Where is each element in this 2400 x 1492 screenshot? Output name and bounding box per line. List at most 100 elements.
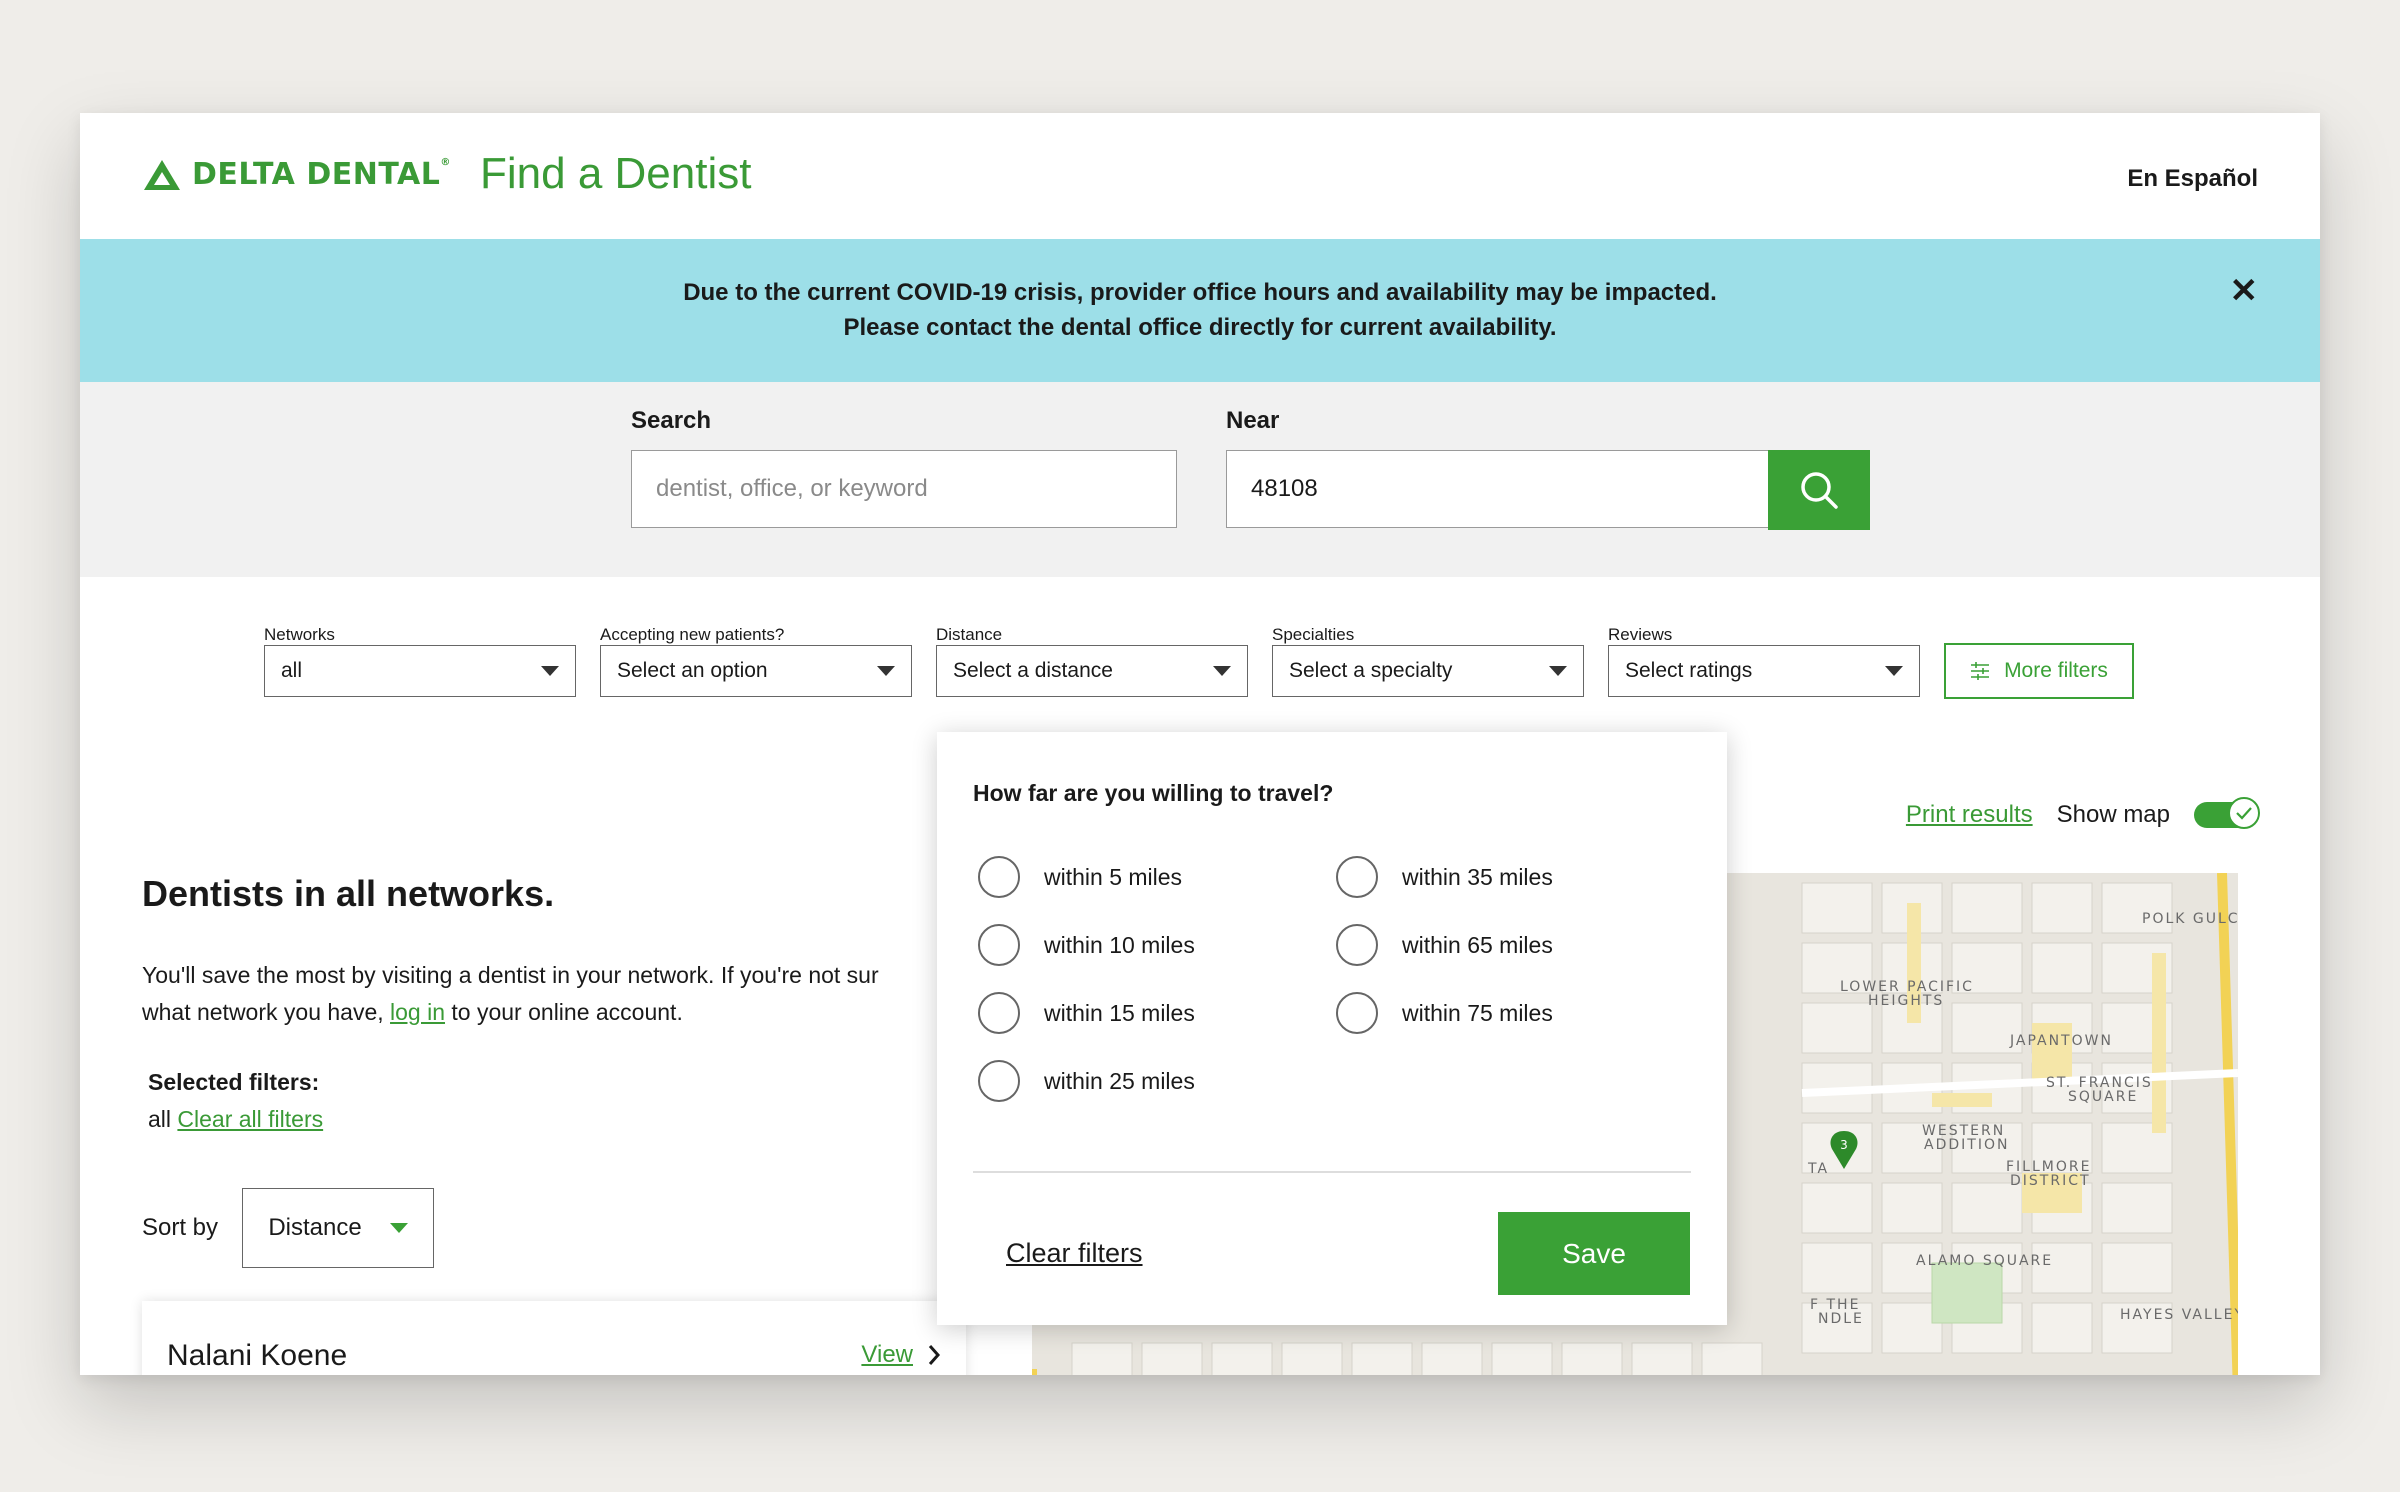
- radio-within-15-miles[interactable]: within 15 miles: [978, 992, 1195, 1034]
- radio-label: within 15 miles: [1044, 999, 1195, 1026]
- radio-within-25-miles[interactable]: within 25 miles: [978, 1060, 1195, 1102]
- distance-select-value: Select a distance: [953, 659, 1113, 682]
- filter-label-accepting: Accepting new patients?: [600, 625, 785, 644]
- svg-text:3: 3: [1840, 1138, 1848, 1152]
- svg-text:ADDITION: ADDITION: [1924, 1137, 2009, 1153]
- radio-circle: [1336, 992, 1378, 1034]
- language-link[interactable]: En Español: [2127, 165, 2258, 193]
- sort-row: Sort by Distance: [142, 1188, 435, 1268]
- reviews-select[interactable]: Select ratings: [1608, 645, 1920, 697]
- banner-line-1: Due to the current COVID-19 crisis, prov…: [683, 279, 1717, 306]
- chevron-down-icon: [541, 666, 559, 676]
- near-input[interactable]: 48108: [1226, 450, 1770, 528]
- print-results-link[interactable]: Print results: [1906, 801, 2033, 829]
- accepting-patients-select[interactable]: Select an option: [600, 645, 912, 697]
- networks-select-value: all: [281, 659, 303, 682]
- radio-within-75-miles[interactable]: within 75 miles: [1336, 992, 1553, 1034]
- results-text-line2-end: to your online account.: [445, 999, 683, 1025]
- view-link-label: View: [861, 1341, 913, 1368]
- login-link[interactable]: log in: [390, 999, 445, 1025]
- results-description: You'll save the most by visiting a denti…: [142, 957, 1002, 1031]
- radio-label: within 10 miles: [1044, 931, 1195, 958]
- radio-circle: [978, 856, 1020, 898]
- svg-text:SQUARE: SQUARE: [2068, 1089, 2138, 1105]
- header: DELTA DENTAL® Find a Dentist En Español: [80, 113, 2320, 239]
- radio-label: within 35 miles: [1402, 863, 1553, 890]
- filter-label-specialties: Specialties: [1272, 625, 1355, 644]
- app-window: DELTA DENTAL® Find a Dentist En Español …: [80, 113, 2320, 1375]
- radio-circle: [1336, 924, 1378, 966]
- delta-dental-logo[interactable]: DELTA DENTAL®: [142, 157, 451, 192]
- radio-label: within 65 miles: [1402, 931, 1553, 958]
- view-link[interactable]: View: [861, 1341, 941, 1369]
- result-card[interactable]: Nalani Koene View: [142, 1301, 966, 1375]
- chevron-down-icon: [1885, 666, 1903, 676]
- distance-question: How far are you willing to travel?: [973, 780, 1334, 806]
- map-toolbar: Print results Show map: [1906, 797, 2260, 829]
- sliders-icon: [1971, 662, 1990, 680]
- chevron-down-icon: [1549, 666, 1567, 676]
- more-filters-button[interactable]: More filters: [1944, 643, 2134, 699]
- results-column: Dentists in all networks. You'll save th…: [142, 873, 1022, 1133]
- app-title: Find a Dentist: [480, 149, 752, 198]
- covid-banner: Due to the current COVID-19 crisis, prov…: [80, 239, 2320, 382]
- svg-text:JAPANTOWN: JAPANTOWN: [2009, 1033, 2113, 1049]
- radio-within-10-miles[interactable]: within 10 miles: [978, 924, 1195, 966]
- results-text-line1: You'll save the most by visiting a denti…: [142, 962, 879, 988]
- svg-text:ALAMO SQUARE: ALAMO SQUARE: [1916, 1253, 2053, 1269]
- svg-text:HAYES VALLEY: HAYES VALLEY: [2120, 1307, 2238, 1323]
- radio-circle: [978, 1060, 1020, 1102]
- radio-label: within 25 miles: [1044, 1067, 1195, 1094]
- show-map-toggle[interactable]: [2194, 797, 2260, 829]
- check-icon: [2228, 797, 2260, 829]
- search-label: Search: [631, 407, 712, 434]
- specialty-select-value: Select a specialty: [1289, 659, 1453, 682]
- distance-select[interactable]: Select a distance: [936, 645, 1248, 697]
- svg-text:HEIGHTS: HEIGHTS: [1868, 993, 1944, 1009]
- delta-logo-icon: [144, 159, 180, 190]
- svg-text:NDLE: NDLE: [1818, 1311, 1864, 1327]
- selected-filters-line: all Clear all filters: [148, 1106, 1022, 1133]
- filter-label-distance: Distance: [936, 625, 1003, 644]
- dentist-name: Nalani Koene: [167, 1339, 348, 1372]
- distance-popup: How far are you willing to travel? withi…: [937, 732, 1727, 1325]
- selected-filter-value: all: [148, 1106, 172, 1132]
- sort-select-value: Distance: [268, 1214, 362, 1241]
- filter-bar: Networks all Accepting new patients? Sel…: [80, 625, 2320, 725]
- specialty-select[interactable]: Select a specialty: [1272, 645, 1584, 697]
- selected-filters-title: Selected filters:: [148, 1069, 320, 1095]
- radio-within-65-miles[interactable]: within 65 miles: [1336, 924, 1553, 966]
- networks-select[interactable]: all: [264, 645, 576, 697]
- svg-text:DISTRICT: DISTRICT: [2010, 1173, 2091, 1189]
- radio-within-35-miles[interactable]: within 35 miles: [1336, 856, 1553, 898]
- chevron-right-icon: [928, 1345, 941, 1365]
- search-input[interactable]: dentist, office, or keyword: [631, 450, 1177, 528]
- clear-filters-button[interactable]: Clear filters: [1006, 1238, 1143, 1269]
- search-button[interactable]: [1768, 450, 1870, 530]
- chevron-down-icon: [877, 666, 895, 676]
- results-text-line2: what network you have,: [142, 999, 391, 1025]
- radio-circle: [978, 992, 1020, 1034]
- accepting-select-value: Select an option: [617, 659, 768, 682]
- radio-circle: [978, 924, 1020, 966]
- divider: [973, 1171, 1691, 1173]
- close-icon[interactable]: ✕: [2230, 271, 2259, 311]
- search-section: Search dentist, office, or keyword Near …: [80, 382, 2320, 577]
- radio-label: within 75 miles: [1402, 999, 1553, 1026]
- sort-select[interactable]: Distance: [242, 1188, 435, 1268]
- more-filters-label: More filters: [2004, 659, 2108, 682]
- banner-line-2: Please contact the dental office directl…: [843, 314, 1557, 341]
- reviews-select-value: Select ratings: [1625, 659, 1753, 682]
- sort-label: Sort by: [142, 1214, 219, 1241]
- filter-label-reviews: Reviews: [1608, 625, 1673, 644]
- chevron-down-icon: [389, 1223, 408, 1233]
- chevron-down-icon: [1213, 666, 1231, 676]
- save-button[interactable]: Save: [1498, 1212, 1690, 1295]
- clear-all-filters-link[interactable]: Clear all filters: [177, 1106, 323, 1132]
- radio-within-5-miles[interactable]: within 5 miles: [978, 856, 1182, 898]
- filter-label-networks: Networks: [264, 625, 335, 644]
- radio-circle: [1336, 856, 1378, 898]
- svg-text:POLK GULC: POLK GULC: [2142, 911, 2238, 927]
- near-label: Near: [1226, 407, 1280, 434]
- logo-text: DELTA DENTAL®: [192, 157, 451, 192]
